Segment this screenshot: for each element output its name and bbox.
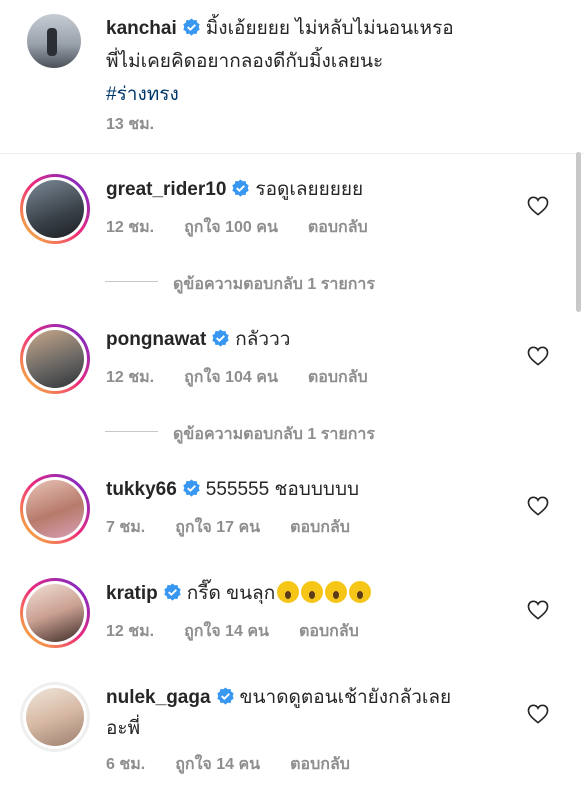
- caption-line-1: มิ้งเอ้ยยยย ไม่หลับไม่นอนเหรอ: [205, 18, 454, 39]
- heart-outline-icon[interactable]: [527, 346, 549, 366]
- caption-text: kanchai มิ้งเอ้ยยยย ไม่หลับไม่นอนเหรอ พี่…: [106, 12, 556, 111]
- avatar-pongnawat[interactable]: [20, 324, 90, 394]
- comment-time: 12 ชม.: [106, 369, 155, 386]
- comment-username[interactable]: pongnawat: [106, 329, 206, 350]
- avatar-tukky66[interactable]: [20, 474, 90, 544]
- screaming-face-emoji: [325, 581, 348, 603]
- divider: [0, 153, 584, 154]
- avatar-nulek-gaga[interactable]: [20, 682, 90, 752]
- comment-meta: 12 ชม. ถูกใจ 100 คน ตอบกลับ: [106, 215, 398, 240]
- comment-username[interactable]: tukky66: [106, 479, 177, 500]
- comment-likes[interactable]: ถูกใจ 17 คน: [175, 519, 260, 536]
- screaming-face-emoji: [277, 581, 300, 603]
- comment-body: รอดูเลยยยยย: [255, 179, 364, 200]
- comment-item: kratip กรี๊ด ขนลุก 12 ชม. ถูกใจ 14 คน ตอบกล…: [0, 574, 584, 674]
- avatar-kratip[interactable]: [20, 578, 90, 648]
- comment-body: 555555 ชอบบบบบ: [205, 479, 360, 500]
- comment-item: nulek_gaga ขนาดดูตอนเช้ายังกลัวเลย อะพี่ …: [0, 680, 584, 795]
- avatar-kanchai[interactable]: [27, 14, 81, 68]
- verified-badge-icon: [212, 329, 229, 347]
- reply-button[interactable]: ตอบกลับ: [308, 219, 368, 236]
- comment-item: pongnawat กลัววว 12 ชม. ถูกใจ 104 คน ตอบกลั…: [0, 320, 584, 470]
- comment-time: 12 ชม.: [106, 219, 155, 236]
- reply-button[interactable]: ตอบกลับ: [299, 623, 359, 640]
- comment-likes[interactable]: ถูกใจ 14 คน: [175, 756, 260, 773]
- caption-hashtag[interactable]: #ร่างทรง: [106, 84, 179, 105]
- comment-time: 6 ชม.: [106, 756, 146, 773]
- comment-username[interactable]: great_rider10: [106, 179, 226, 200]
- caption-time: 13 ชม.: [106, 116, 155, 133]
- comment-likes[interactable]: ถูกใจ 100 คน: [184, 219, 278, 236]
- comment-body-line-2: อะพี่: [106, 718, 141, 739]
- heart-outline-icon[interactable]: [527, 196, 549, 216]
- reply-button[interactable]: ตอบกลับ: [290, 519, 350, 536]
- comment-meta: 12 ชม. ถูกใจ 104 คน ตอบกลับ: [106, 365, 398, 390]
- view-replies-button[interactable]: ดูข้อความตอบกลับ 1 รายการ: [105, 422, 485, 443]
- view-replies-button[interactable]: ดูข้อความตอบกลับ 1 รายการ: [105, 272, 485, 293]
- comment-meta: 12 ชม. ถูกใจ 14 คน ตอบกลับ: [106, 619, 389, 644]
- comment-text: pongnawat กลัววว: [106, 324, 516, 355]
- comment-text: kratip กรี๊ด ขนลุก: [106, 578, 516, 609]
- comment-time: 12 ชม.: [106, 623, 155, 640]
- avatar-great-rider10[interactable]: [20, 174, 90, 244]
- verified-badge-icon: [183, 18, 200, 36]
- post-caption: kanchai มิ้งเอ้ยยยย ไม่หลับไม่นอนเหรอ พี่…: [0, 0, 584, 152]
- comment-text: tukky66 555555 ชอบบบบบ: [106, 474, 516, 505]
- comment-meta: 7 ชม. ถูกใจ 17 คน ตอบกลับ: [106, 515, 380, 540]
- heart-outline-icon[interactable]: [527, 704, 549, 724]
- screaming-face-emoji: [301, 581, 324, 603]
- comment-username[interactable]: kratip: [106, 583, 158, 604]
- verified-badge-icon: [216, 687, 234, 705]
- comment-item: great_rider10 รอดูเลยยยยย 12 ชม. ถูกใจ 100…: [0, 170, 584, 320]
- verified-badge-icon: [232, 179, 250, 197]
- caption-line-2: พี่ไม่เคยคิดอยากลองดีกับมิ้งเลยนะ: [106, 51, 384, 72]
- comment-body-line-1: ขนาดดูตอนเช้ายังกลัวเลย: [239, 687, 452, 708]
- caption-username[interactable]: kanchai: [106, 18, 177, 39]
- comment-meta: 6 ชม. ถูกใจ 14 คน ตอบกลับ: [106, 752, 380, 777]
- heart-outline-icon[interactable]: [527, 496, 549, 516]
- comment-likes[interactable]: ถูกใจ 104 คน: [184, 369, 278, 386]
- reply-button[interactable]: ตอบกลับ: [290, 756, 350, 773]
- verified-badge-icon: [183, 479, 200, 497]
- comment-item: tukky66 555555 ชอบบบบบ 7 ชม. ถูกใจ 17 คน ตอ…: [0, 470, 584, 570]
- heart-outline-icon[interactable]: [527, 600, 549, 620]
- comment-likes[interactable]: ถูกใจ 14 คน: [184, 623, 269, 640]
- reply-button[interactable]: ตอบกลับ: [308, 369, 368, 386]
- verified-badge-icon: [164, 583, 181, 601]
- comment-text: nulek_gaga ขนาดดูตอนเช้ายังกลัวเลย อะพี่: [106, 682, 516, 744]
- comment-body: กรี๊ด ขนลุก: [186, 583, 276, 604]
- comment-text: great_rider10 รอดูเลยยยยย: [106, 174, 516, 205]
- comment-time: 7 ชม.: [106, 519, 146, 536]
- comment-body: กลัววว: [235, 329, 291, 350]
- screaming-face-emoji: [349, 581, 372, 603]
- comment-username[interactable]: nulek_gaga: [106, 687, 211, 708]
